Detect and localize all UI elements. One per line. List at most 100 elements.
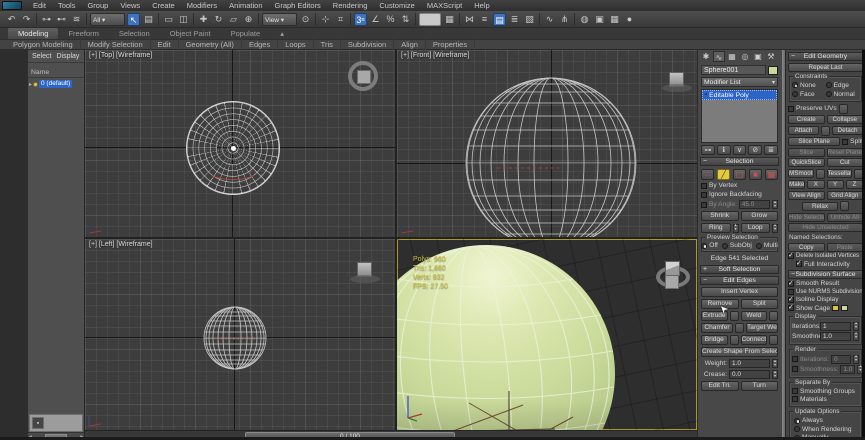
edit-tri-button[interactable]: Edit Tri. xyxy=(701,381,739,391)
show-end-result-icon[interactable]: ℹ xyxy=(716,145,731,155)
axis-z-button[interactable]: Z xyxy=(845,180,863,189)
chamfer-button[interactable]: Chamfer xyxy=(701,323,733,333)
display-smoothness-spinner[interactable]: 1.0 xyxy=(820,331,851,341)
by-angle-checkbox[interactable] xyxy=(701,201,707,208)
extrude-settings-icon[interactable] xyxy=(729,311,739,321)
menu-item[interactable]: Tools xyxy=(52,0,82,11)
preserve-uvs-settings-icon[interactable] xyxy=(838,103,848,114)
msmooth-settings-icon[interactable] xyxy=(815,168,825,179)
select-by-name-icon[interactable]: ▤ xyxy=(142,13,155,26)
spinner-arrows-icon[interactable] xyxy=(772,200,778,209)
bridge-button[interactable]: Bridge xyxy=(701,335,728,345)
slice-plane-button[interactable]: Slice Plane xyxy=(788,137,841,146)
weight-spinner[interactable]: 1.0 xyxy=(729,359,770,368)
unhide-all-button[interactable]: Unhide All xyxy=(826,212,863,222)
menu-item[interactable]: Modifiers xyxy=(181,0,223,11)
hierarchy-tab-icon[interactable]: ▦ xyxy=(726,51,738,62)
insert-vertex-button[interactable]: Insert Vertex xyxy=(701,287,778,297)
make-unique-icon[interactable]: ∨ xyxy=(732,145,747,155)
render-smoothness-checkbox[interactable] xyxy=(792,366,798,372)
ribbon-tab[interactable]: Populate xyxy=(221,28,271,39)
expand-arrow-icon[interactable]: ▸ xyxy=(29,81,32,88)
weld-settings-icon[interactable] xyxy=(769,311,778,321)
paste-button[interactable]: Paste xyxy=(826,242,863,252)
polygon-subobject-icon[interactable]: ■ xyxy=(749,169,762,180)
remove-modifier-icon[interactable]: ⊘ xyxy=(748,145,763,155)
grow-button[interactable]: Grow xyxy=(740,211,778,221)
select-and-rotate-icon[interactable]: ↻ xyxy=(212,13,225,26)
edit-edges-rollout-header[interactable]: Edit Edges xyxy=(700,276,779,285)
isoline-display-checkbox[interactable] xyxy=(788,295,794,303)
create-tab-icon[interactable]: ✱ xyxy=(700,51,712,62)
split-checkbox[interactable] xyxy=(842,138,849,145)
render-iterations-checkbox[interactable] xyxy=(792,356,798,362)
create-shape-button[interactable]: Create Shape From Selection xyxy=(701,347,778,357)
object-color-swatch[interactable] xyxy=(768,65,778,75)
ribbon-panel[interactable]: Polygon Modeling xyxy=(6,39,81,50)
bind-to-space-warp-icon[interactable]: ≋ xyxy=(70,13,83,26)
ribbon-panel[interactable]: Properties xyxy=(426,39,476,50)
spinner-snap-icon[interactable]: ⇅ xyxy=(399,13,412,26)
relax-settings-icon[interactable] xyxy=(840,201,849,211)
smoothing-groups-checkbox[interactable] xyxy=(792,388,798,394)
ribbon-toggle-icon[interactable]: ▧ xyxy=(523,13,536,26)
ribbon-panel[interactable]: Modify Selection xyxy=(81,39,151,50)
keyboard-shortcut-override-icon[interactable]: ⌗ xyxy=(334,13,347,26)
hide-unselected-button[interactable]: Hide Unselected xyxy=(788,223,863,232)
loop-spinner-icon[interactable] xyxy=(772,223,778,233)
menu-item[interactable]: Help xyxy=(468,0,495,11)
element-subobject-icon[interactable]: ▦ xyxy=(765,169,778,180)
angle-snap-icon[interactable]: ∠ xyxy=(369,13,382,26)
turn-button[interactable]: Turn xyxy=(740,381,778,391)
ribbon-panel[interactable]: Geometry (All) xyxy=(179,39,242,50)
menu-item[interactable]: Animation xyxy=(223,0,268,11)
border-subobject-icon[interactable]: ▢ xyxy=(733,169,746,180)
mirror-icon[interactable]: ⋈ xyxy=(463,13,476,26)
selection-filter-dropdown[interactable]: All ▾ xyxy=(90,12,125,26)
render-iterations-spinner[interactable]: 0 xyxy=(830,354,851,364)
constraint-option[interactable]: Edge xyxy=(825,82,860,89)
ribbon-panel[interactable]: Loops xyxy=(278,39,314,50)
menu-item[interactable]: Rendering xyxy=(327,0,374,11)
ribbon-panel[interactable]: Align xyxy=(394,39,426,50)
utilities-tab-icon[interactable]: ⚒ xyxy=(765,51,777,62)
attach-settings-icon[interactable] xyxy=(821,125,830,136)
update-option[interactable]: When Rendering xyxy=(794,426,857,433)
shrink-button[interactable]: Shrink xyxy=(701,211,739,221)
update-option[interactable]: Always xyxy=(794,417,857,424)
motion-tab-icon[interactable]: ◎ xyxy=(739,51,751,62)
unlink-selection-icon[interactable]: ⊷ xyxy=(55,13,68,26)
collapse-button[interactable]: Collapse xyxy=(826,115,863,124)
attach-button[interactable]: Attach xyxy=(788,126,819,135)
ribbon-panel[interactable]: Tris xyxy=(314,39,341,50)
viewport-top[interactable]: [+] [Top] [Wireframe] xyxy=(85,50,395,237)
render-production-icon[interactable]: ● xyxy=(623,13,636,26)
axis-x-button[interactable]: X xyxy=(807,180,825,189)
hide-selected-button[interactable]: Hide Selected xyxy=(788,212,825,222)
menu-item[interactable]: Views xyxy=(114,0,146,11)
spinner-arrows-icon[interactable] xyxy=(853,354,859,364)
viewport-front[interactable]: [+] [Front] [Wireframe] xyxy=(397,50,697,237)
percent-snap-icon[interactable]: % xyxy=(384,13,397,26)
modify-tab-icon[interactable]: ∿ xyxy=(713,51,725,62)
menu-item[interactable]: Create xyxy=(146,0,181,11)
sphere-object-top-view[interactable] xyxy=(186,101,280,195)
ribbon-tab[interactable]: Object Paint xyxy=(160,28,221,39)
edge-subobject-icon[interactable]: ╱ xyxy=(717,169,730,180)
modifier-stack-item[interactable]: ▪ Editable Poly xyxy=(702,90,777,100)
curve-editor-icon[interactable]: ∿ xyxy=(543,13,556,26)
show-cage-checkbox[interactable] xyxy=(788,303,794,311)
cage-color-swatch[interactable] xyxy=(832,305,840,311)
viewport-perspective[interactable]: Polys: 960 Tris: 1,860 Verts: 932 FPS: 27.5… xyxy=(397,239,697,430)
explorer-tab[interactable]: Select xyxy=(32,53,51,60)
vertex-subobject-icon[interactable]: ∴ xyxy=(701,169,714,180)
named-selection-set-field[interactable] xyxy=(419,12,441,26)
sphere-object-left-view[interactable] xyxy=(85,239,395,430)
menu-item[interactable]: Group xyxy=(81,0,114,11)
split-button[interactable]: Split xyxy=(740,299,778,309)
weld-button[interactable]: Weld xyxy=(740,311,767,321)
viewport-top-label[interactable]: [+] [Top] [Wireframe] xyxy=(89,52,152,59)
axis-y-button[interactable]: Y xyxy=(826,180,844,189)
soft-selection-rollout-header[interactable]: Soft Selection xyxy=(700,265,779,274)
explorer-name-header[interactable]: Name xyxy=(28,63,84,78)
